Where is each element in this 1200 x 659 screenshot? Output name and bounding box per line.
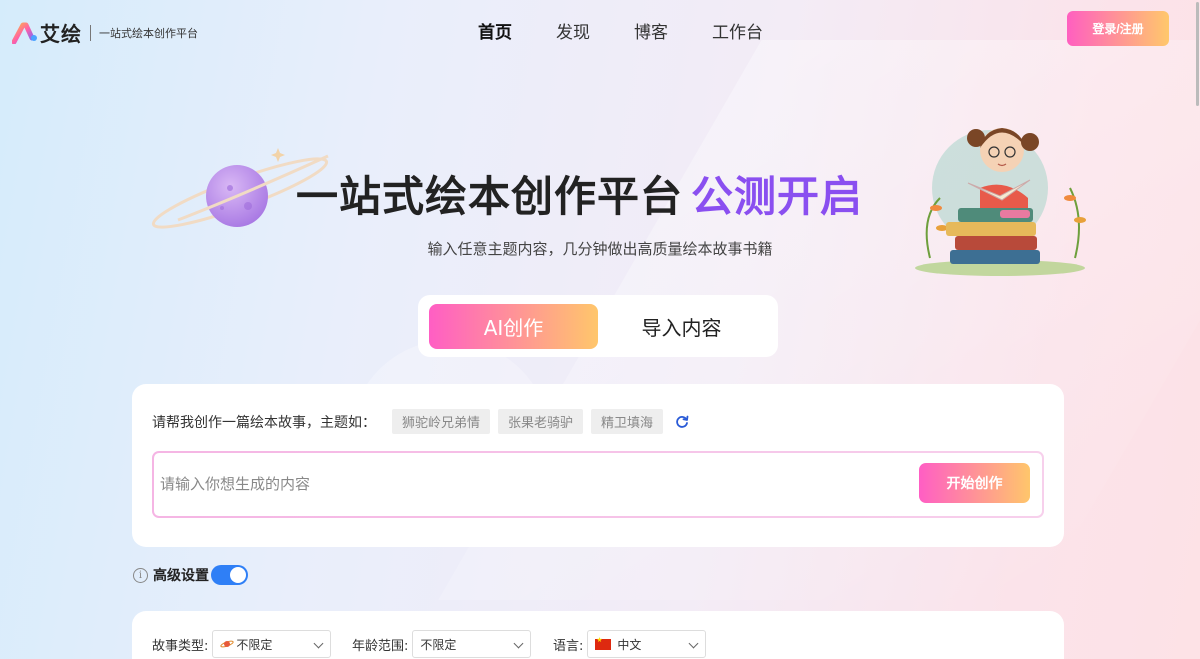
advanced-settings-label: 高级设置 xyxy=(153,568,209,584)
nav-item-workspace[interactable]: 工作台 xyxy=(712,18,763,43)
prompt-input[interactable] xyxy=(160,467,900,501)
logo-mark-icon xyxy=(12,22,37,44)
nav-item-home[interactable]: 首页 xyxy=(478,18,512,43)
story-type-setting: 故事类型: 不限定 xyxy=(152,630,332,658)
advanced-settings-toggle[interactable] xyxy=(211,565,248,585)
language-value: 中文 xyxy=(617,637,642,652)
planet-icon xyxy=(220,640,235,648)
hero-title-main: 一站式绘本创作平台 xyxy=(296,172,684,221)
story-type-label: 故事类型: xyxy=(152,638,209,654)
logo-divider xyxy=(90,24,91,41)
info-icon[interactable]: i xyxy=(133,567,148,583)
settings-card: 故事类型: 不限定 年龄范围: 不限定 语言: 中文 xyxy=(132,611,1064,659)
toggle-knob xyxy=(230,567,246,583)
tab-import-content[interactable]: 导入内容 xyxy=(597,304,766,349)
language-label: 语言: xyxy=(553,638,584,654)
language-select[interactable]: 中文 xyxy=(587,630,707,658)
advanced-settings-row: i 高级设置 xyxy=(133,565,248,585)
header: 艾绘 一站式绘本创作平台 首页 发现 博客 工作台 登录/注册 xyxy=(0,0,1200,58)
topic-chip[interactable]: 精卫填海 xyxy=(591,409,664,434)
age-range-setting: 年龄范围: 不限定 xyxy=(352,630,532,658)
china-flag-icon xyxy=(595,636,612,650)
topic-chip[interactable]: 狮驼岭兄弟情 xyxy=(392,409,491,434)
prompt-label: 请帮我创作一篇绘本故事，主题如： xyxy=(152,414,376,431)
logo-text: 艾绘 xyxy=(40,22,82,46)
story-type-select[interactable]: 不限定 xyxy=(212,630,332,658)
hero-title-accent: 公测开启 xyxy=(691,172,864,221)
prompt-input-wrapper: 开始创作 xyxy=(152,451,1044,518)
prompt-suggestions: 请帮我创作一篇绘本故事，主题如： 狮驼岭兄弟情 张果老骑驴 精卫填海 xyxy=(152,409,691,434)
main-nav: 首页 发现 博客 工作台 xyxy=(478,18,763,43)
hero-title: 一站式绘本创作平台 公测开启 xyxy=(296,163,863,224)
login-register-button[interactable]: 登录/注册 xyxy=(1067,11,1169,46)
topic-chip[interactable]: 张果老骑驴 xyxy=(498,409,584,434)
tab-ai-create[interactable]: AI创作 xyxy=(429,304,598,349)
refresh-icon[interactable] xyxy=(673,413,691,431)
mode-tabs: AI创作 导入内容 xyxy=(418,295,778,357)
start-create-button[interactable]: 开始创作 xyxy=(919,463,1030,503)
age-range-value: 不限定 xyxy=(420,637,457,652)
scrollbar-thumb[interactable] xyxy=(1196,2,1199,106)
nav-item-discover[interactable]: 发现 xyxy=(556,18,590,43)
chevron-down-icon xyxy=(313,638,324,649)
language-setting: 语言: 中文 xyxy=(553,630,707,658)
logo-subtitle: 一站式绘本创作平台 xyxy=(99,26,198,40)
girl-reading-illustration xyxy=(915,128,1086,276)
chevron-down-icon xyxy=(513,638,524,649)
chevron-down-icon xyxy=(688,638,699,649)
age-range-select[interactable]: 不限定 xyxy=(412,630,532,658)
age-range-label: 年龄范围: xyxy=(352,638,409,654)
prompt-card: 请帮我创作一篇绘本故事，主题如： 狮驼岭兄弟情 张果老骑驴 精卫填海 开始创作 xyxy=(132,384,1064,547)
story-type-value: 不限定 xyxy=(236,637,273,652)
nav-item-blog[interactable]: 博客 xyxy=(634,18,668,43)
logo[interactable]: 艾绘 一站式绘本创作平台 xyxy=(12,18,198,47)
